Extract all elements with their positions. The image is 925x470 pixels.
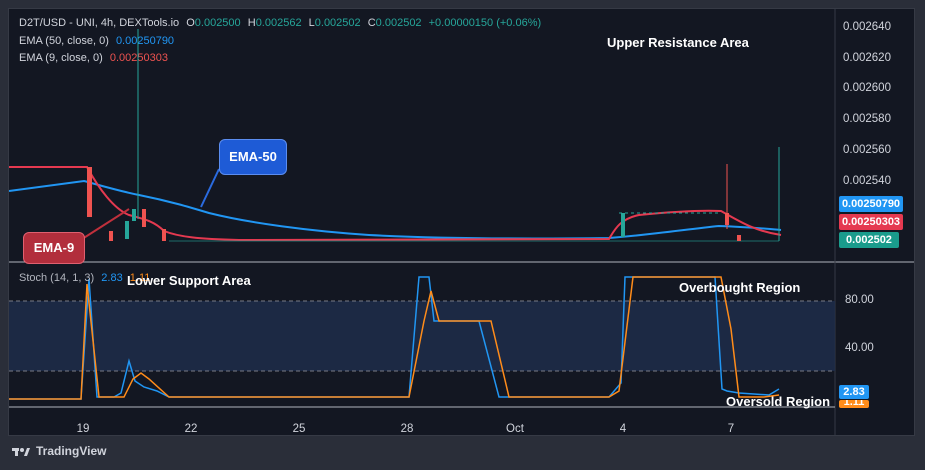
ema50-callout-arrow — [200, 168, 220, 208]
candle[interactable] — [125, 221, 129, 239]
ema50-line[interactable] — [9, 179, 782, 240]
candle[interactable] — [132, 209, 136, 221]
price-tick: 0.002580 — [843, 113, 891, 125]
candle[interactable] — [109, 231, 113, 241]
footer[interactable]: TradingView — [12, 444, 106, 458]
date-tick: Oct — [506, 423, 524, 435]
ema50-price-tag: 0.00250790 — [839, 196, 903, 212]
upper-resistance-label: Upper Resistance Area — [607, 35, 749, 50]
osc-tick: 80.00 — [845, 294, 874, 306]
stoch-label: Stoch (14, 1, 3) — [19, 272, 95, 284]
candle[interactable] — [621, 213, 625, 237]
last-price-tag: 0.002502 — [839, 232, 899, 248]
date-tick: 28 — [400, 423, 414, 435]
price-tick: 0.002640 — [843, 21, 891, 33]
date-tick: 22 — [184, 423, 198, 435]
date-tick: 7 — [727, 423, 735, 435]
chart-svg — [9, 9, 914, 435]
ema9-line[interactable] — [9, 166, 782, 242]
candle[interactable] — [737, 235, 741, 241]
lower-support-label: Lower Support Area — [127, 273, 251, 288]
candle[interactable] — [87, 167, 92, 217]
stoch-band — [9, 301, 835, 371]
date-tick: 19 — [76, 423, 90, 435]
ema9-callout: EMA-9 — [23, 232, 85, 264]
ema50-callout: EMA-50 — [219, 139, 287, 175]
ema9-price-tag: 0.00250303 — [839, 214, 903, 230]
stoch-k-value: 2.83 — [101, 272, 123, 284]
tradingview-brand-label: TradingView — [36, 444, 107, 458]
price-tick: 0.002540 — [843, 175, 891, 187]
oversold-label: Oversold Region — [726, 394, 831, 409]
overbought-label: Overbought Region — [679, 280, 801, 295]
stoch-d-tag: 1.11 — [839, 400, 869, 408]
price-tick: 0.002620 — [843, 52, 891, 64]
candle[interactable] — [142, 209, 146, 227]
stoch-k-tag: 2.83 — [839, 385, 869, 399]
date-tick: 25 — [292, 423, 306, 435]
ema9-callout-arrow — [78, 208, 130, 242]
osc-tick: 40.00 — [845, 342, 874, 354]
candle[interactable] — [725, 213, 729, 225]
chart-frame[interactable]: D2T/USD - UNI, 4h, DEXTools.io O0.002500… — [8, 8, 915, 436]
price-tick: 0.002560 — [843, 144, 891, 156]
candle[interactable] — [162, 229, 166, 241]
tradingview-logo-icon — [12, 446, 30, 456]
price-tick: 0.002600 — [843, 82, 891, 94]
date-tick: 4 — [619, 423, 627, 435]
